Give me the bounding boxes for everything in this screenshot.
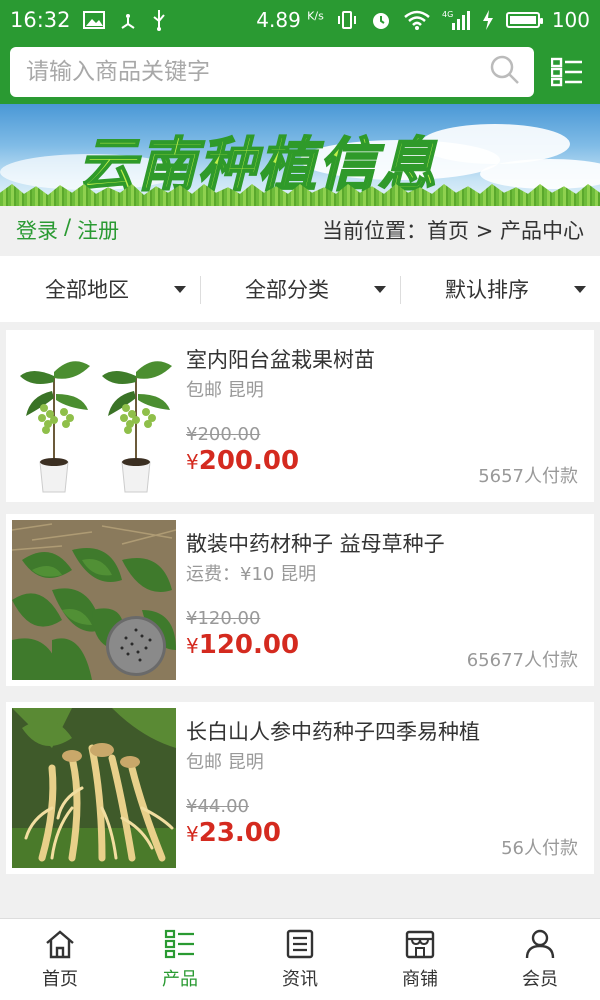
usb-debug-icon: [151, 9, 167, 31]
nav-label: 首页: [42, 968, 78, 990]
product-shipping: 包邮 昆明: [186, 380, 264, 401]
nav-home[interactable]: 首页: [0, 919, 120, 1000]
nav-label: 资讯: [282, 968, 318, 990]
category-menu-button[interactable]: [544, 47, 590, 97]
filter-label: 全部分类: [245, 278, 329, 302]
product-original-price: ¥44.00: [186, 796, 249, 817]
usb-icon: [117, 10, 139, 30]
alarm-icon: [370, 9, 392, 31]
product-shipping: 包邮 昆明: [186, 752, 264, 773]
status-time: 16:32: [10, 8, 71, 32]
chevron-down-icon: [174, 286, 186, 293]
home-icon: [46, 929, 74, 958]
search-box[interactable]: [10, 47, 534, 97]
product-title[interactable]: 室内阳台盆栽果树苗: [186, 344, 375, 374]
product-image[interactable]: [12, 336, 176, 496]
product-shipping: 运费：¥10 昆明: [186, 564, 317, 585]
product-sales-count: 5657人付款: [478, 466, 578, 487]
bottom-nav: 首页 产品 资讯 商铺 会员: [0, 918, 600, 1000]
product-title[interactable]: 散装中药材种子 益母草种子: [186, 528, 445, 558]
wifi-icon: [404, 10, 430, 30]
filter-bar: 全部地区 全部分类 默认排序: [0, 256, 600, 322]
user-icon: [525, 929, 555, 958]
product-price: ¥200.00: [186, 446, 300, 476]
product-original-price: ¥200.00: [186, 424, 261, 445]
account-separator: /: [64, 215, 72, 239]
nav-news[interactable]: 资讯: [240, 919, 360, 1000]
filter-sort[interactable]: 默认排序: [400, 256, 600, 322]
net-speed: 4.89 K/s: [256, 8, 324, 32]
list-menu-icon: [551, 57, 582, 87]
news-icon: [286, 929, 314, 958]
search-icon[interactable]: [490, 55, 520, 89]
product-sales-count: 65677人付款: [466, 650, 578, 671]
nav-shop[interactable]: 商铺: [360, 919, 480, 1000]
chevron-down-icon: [374, 286, 386, 293]
chevron-down-icon: [574, 286, 586, 293]
product-card[interactable]: 散装中药材种子 益母草种子 运费：¥10 昆明 ¥120.00 ¥120.00 …: [6, 514, 594, 686]
cloud: [420, 124, 570, 164]
nav-label: 会员: [522, 968, 558, 990]
nav-label: 产品: [162, 968, 198, 990]
product-price: ¥23.00: [186, 818, 281, 848]
product-image[interactable]: [12, 708, 176, 868]
account-links: 登录 / 注册: [16, 215, 119, 245]
filter-label: 默认排序: [445, 278, 529, 302]
product-original-price: ¥120.00: [186, 608, 261, 629]
nav-products[interactable]: 产品: [120, 919, 240, 1000]
status-bar: 16:32 4.89 K/s 4G 100: [0, 0, 600, 40]
banner[interactable]: 云南种植信息: [0, 104, 600, 206]
product-sales-count: 56人付款: [501, 838, 578, 859]
product-card[interactable]: 长白山人参中药种子四季易种植 包邮 昆明 ¥44.00 ¥23.00 56人付款: [6, 702, 594, 874]
nav-member[interactable]: 会员: [480, 919, 600, 1000]
product-price: ¥120.00: [186, 630, 300, 660]
product-grid-icon: [164, 929, 194, 958]
image-icon: [82, 10, 105, 30]
svg-text:4G: 4G: [442, 10, 453, 19]
breadcrumb: 当前位置：首页 > 产品中心: [322, 219, 584, 243]
search-input[interactable]: [26, 59, 490, 85]
filter-region[interactable]: 全部地区: [0, 256, 200, 322]
battery-level: 100: [551, 8, 590, 32]
charging-icon: [482, 9, 494, 31]
filter-label: 全部地区: [45, 278, 129, 302]
product-image[interactable]: [12, 520, 176, 680]
register-link[interactable]: 注册: [77, 215, 119, 245]
login-link[interactable]: 登录: [16, 215, 58, 245]
battery-icon: [505, 12, 543, 28]
vibrate-icon: [336, 9, 358, 31]
shop-icon: [405, 930, 435, 958]
filter-category[interactable]: 全部分类: [200, 256, 400, 322]
nav-label: 商铺: [402, 968, 438, 990]
product-card[interactable]: 室内阳台盆栽果树苗 包邮 昆明 ¥200.00 ¥200.00 5657人付款: [6, 330, 594, 502]
breadcrumb-bar: 登录 / 注册 当前位置：首页 > 产品中心: [0, 206, 600, 254]
signal-4g-icon: 4G: [442, 9, 470, 31]
product-title[interactable]: 长白山人参中药种子四季易种植: [186, 716, 480, 746]
app-header: [0, 40, 600, 104]
